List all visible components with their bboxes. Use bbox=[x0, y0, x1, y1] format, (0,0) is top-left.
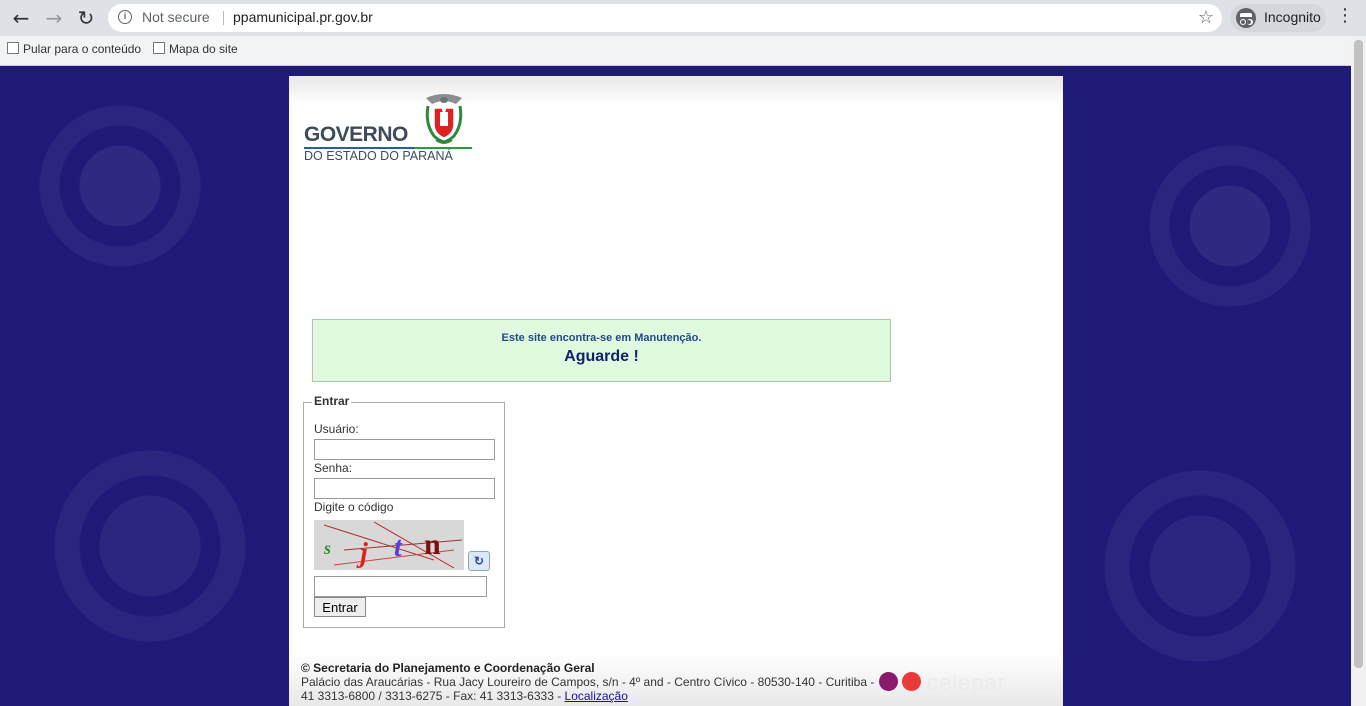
main-container: GOVERNO DO ESTADO DO PARANÁ Este site en… bbox=[289, 76, 1063, 706]
page-icon bbox=[7, 42, 19, 54]
bookmarks-bar: Pular para o conteúdo Mapa do site bbox=[0, 36, 1366, 66]
footer-phones: 41 3313-6800 / 3313-6275 - Fax: 41 3313-… bbox=[301, 689, 628, 703]
logo-subtitle: DO ESTADO DO PARANÁ bbox=[304, 149, 453, 163]
url-text[interactable]: ppamunicipal.pr.gov.br bbox=[233, 9, 373, 25]
login-legend: Entrar bbox=[312, 394, 352, 408]
star-icon[interactable]: ☆ bbox=[1198, 7, 1214, 28]
password-label: Senha: bbox=[314, 461, 353, 475]
captcha-char: s bbox=[323, 538, 331, 558]
logo-title: GOVERNO bbox=[304, 123, 408, 146]
captcha-char: n bbox=[424, 528, 441, 561]
browser-toolbar: ← → ↻ i Not secure ppamunicipal.pr.gov.b… bbox=[0, 0, 1366, 36]
reload-icon[interactable]: ↻ bbox=[74, 6, 98, 30]
maintenance-message: Este site encontra-se em Manutenção. bbox=[501, 332, 702, 344]
address-bar[interactable]: i Not secure ppamunicipal.pr.gov.br ☆ bbox=[108, 4, 1222, 32]
governo-parana-logo[interactable]: GOVERNO DO ESTADO DO PARANÁ bbox=[304, 88, 474, 166]
scroll-thumb[interactable] bbox=[1354, 40, 1363, 668]
footer-address: Palácio das Araucárias - Rua Jacy Lourei… bbox=[301, 675, 875, 689]
back-arrow-icon[interactable]: ← bbox=[9, 6, 33, 30]
incognito-label: Incognito bbox=[1264, 9, 1321, 25]
password-input[interactable] bbox=[314, 478, 495, 499]
captcha-image: s j t n bbox=[314, 520, 464, 570]
bookmark-skip-content[interactable]: Pular para o conteúdo bbox=[7, 42, 141, 56]
incognito-button[interactable]: Incognito bbox=[1230, 4, 1326, 32]
menu-icon[interactable]: ⋮ bbox=[1336, 5, 1354, 26]
forward-arrow-icon[interactable]: → bbox=[42, 6, 66, 30]
captcha-refresh-icon[interactable]: ↻ bbox=[468, 551, 490, 571]
captcha-label: Digite o código bbox=[314, 500, 394, 514]
user-label: Usuário: bbox=[314, 422, 359, 436]
separator bbox=[223, 11, 224, 25]
sitemap-icon bbox=[153, 42, 165, 54]
info-icon[interactable]: i bbox=[118, 10, 132, 24]
captcha-char: j bbox=[356, 538, 368, 569]
scrollbar[interactable] bbox=[1351, 36, 1366, 706]
user-input[interactable] bbox=[314, 439, 495, 460]
maintenance-wait: Aguarde ! bbox=[564, 348, 639, 365]
celepar-logo[interactable]: celepar bbox=[879, 670, 1049, 695]
celepar-dot bbox=[879, 672, 898, 691]
bookmark-label: Pular para o conteúdo bbox=[23, 42, 142, 56]
coat-of-arms-icon bbox=[425, 94, 463, 144]
login-submit-button[interactable]: Entrar bbox=[314, 597, 366, 617]
footer: © Secretaria do Planejamento e Coordenaç… bbox=[289, 654, 1063, 706]
maintenance-notice: Este site encontra-se em Manutenção. Agu… bbox=[312, 319, 891, 382]
location-link[interactable]: Localização bbox=[565, 689, 628, 703]
bookmark-sitemap[interactable]: Mapa do site bbox=[153, 42, 238, 56]
bookmark-label: Mapa do site bbox=[169, 42, 238, 56]
captcha-input[interactable] bbox=[314, 576, 487, 597]
footer-org: © Secretaria do Planejamento e Coordenaç… bbox=[301, 661, 595, 675]
security-status: Not secure bbox=[142, 9, 210, 25]
celepar-dot bbox=[902, 672, 921, 691]
captcha-char: t bbox=[394, 532, 403, 563]
incognito-icon bbox=[1236, 8, 1256, 28]
login-fieldset: Entrar Usuário: Senha: Digite o código s… bbox=[303, 394, 505, 628]
celepar-wordmark: celepar bbox=[927, 670, 1007, 695]
